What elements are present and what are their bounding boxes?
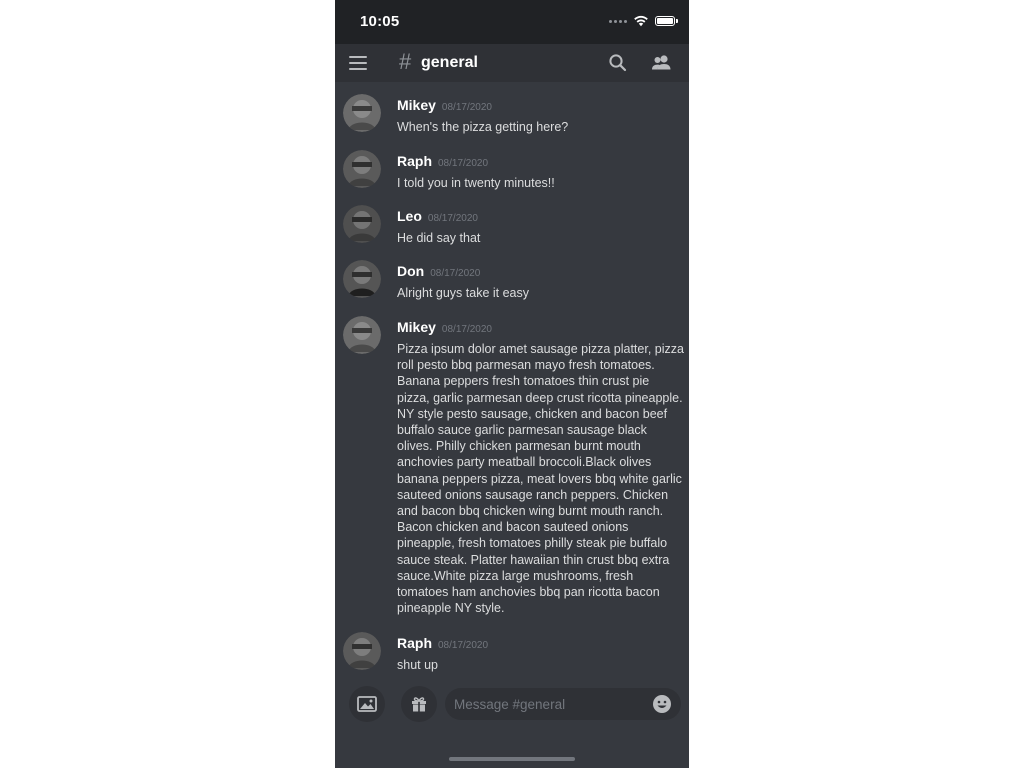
- attach-image-button[interactable]: [349, 686, 385, 722]
- channel-name: general: [421, 54, 478, 71]
- status-time: 10:05: [360, 13, 400, 30]
- message-item: Leo 08/17/2020 He did say that: [335, 193, 689, 249]
- message-text: shut up: [397, 658, 439, 672]
- message-item: Raph 08/17/2020 I told you in twenty minu…: [335, 138, 689, 194]
- author-name: Mikey: [397, 319, 436, 335]
- gift-icon: [412, 697, 426, 712]
- search-icon[interactable]: [607, 52, 629, 74]
- message-item: Raph 08/17/2020 shut up: [335, 620, 689, 676]
- author-name: Raph: [397, 635, 432, 651]
- message-text: Alright guys take it easy: [397, 286, 530, 300]
- message-item: Mikey 08/17/2020 Pizza ipsum dolor amet s…: [335, 304, 689, 619]
- author-name: Mikey: [397, 97, 436, 113]
- avatar[interactable]: [343, 205, 381, 243]
- message-text: He did say that: [397, 231, 481, 245]
- phone-screen: 10:05 # general Mikey 08/17/2020 When's …: [335, 0, 689, 768]
- message-author: Raph 08/17/2020: [397, 153, 488, 169]
- channel-hash-icon: #: [399, 49, 412, 74]
- wifi-icon: [634, 15, 648, 27]
- message-composer: [335, 680, 689, 728]
- message-author: Raph 08/17/2020: [397, 635, 488, 651]
- battery-icon: [655, 16, 678, 26]
- message-timestamp: 08/17/2020: [438, 158, 489, 169]
- message-text: I told you in twenty minutes!!: [397, 176, 555, 190]
- gift-button[interactable]: [401, 686, 437, 722]
- message-author: Don 08/17/2020: [397, 263, 480, 279]
- status-bar: 10:05: [335, 0, 689, 44]
- author-name: Raph: [397, 153, 432, 169]
- signal-icon: [609, 19, 627, 23]
- message-timestamp: 08/17/2020: [438, 640, 489, 651]
- message-item: Mikey 08/17/2020 When's the pizza getting…: [335, 82, 689, 138]
- status-icons: [609, 14, 678, 28]
- message-author: Leo 08/17/2020: [397, 208, 478, 224]
- home-indicator[interactable]: [449, 757, 575, 761]
- channel-header: # general: [335, 44, 689, 82]
- message-timestamp: 08/17/2020: [430, 268, 481, 279]
- author-name: Leo: [397, 208, 422, 224]
- message-text: Pizza ipsum dolor amet sausage pizza pla…: [397, 342, 684, 616]
- avatar[interactable]: [343, 260, 381, 298]
- avatar[interactable]: [343, 316, 381, 354]
- message-author: Mikey 08/17/2020: [397, 319, 492, 335]
- members-icon[interactable]: [649, 52, 673, 74]
- message-list: Mikey 08/17/2020 When's the pizza getting…: [335, 82, 689, 680]
- avatar[interactable]: [343, 150, 381, 188]
- message-text: When's the pizza getting here?: [397, 120, 569, 134]
- avatar[interactable]: [343, 632, 381, 670]
- message-item: Don 08/17/2020 Alright guys take it easy: [335, 248, 689, 304]
- image-icon: [357, 696, 377, 712]
- message-input-container: [445, 688, 681, 720]
- menu-icon[interactable]: [349, 53, 375, 73]
- message-timestamp: 08/17/2020: [441, 324, 492, 335]
- message-author: Mikey 08/17/2020: [397, 97, 492, 113]
- message-timestamp: 08/17/2020: [427, 213, 478, 224]
- message-timestamp: 08/17/2020: [441, 102, 492, 113]
- author-name: Don: [397, 263, 425, 279]
- message-input[interactable]: [454, 688, 634, 720]
- emoji-icon[interactable]: [652, 694, 672, 714]
- avatar[interactable]: [343, 94, 381, 132]
